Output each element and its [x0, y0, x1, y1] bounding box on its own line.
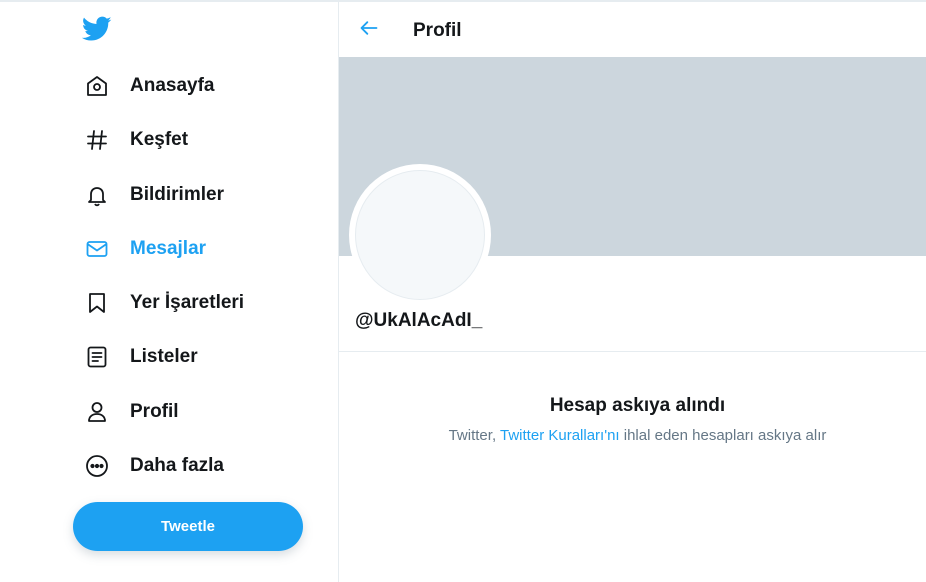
sidebar-item-profile[interactable]: Profil	[72, 390, 191, 434]
sidebar-item-label: Profil	[130, 401, 179, 422]
divider	[339, 351, 926, 352]
sidebar-item-messages[interactable]: Mesajlar	[72, 227, 218, 271]
sidebar-item-more[interactable]: Daha fazla	[72, 444, 236, 488]
page-title: Profil	[413, 20, 462, 41]
sidebar-item-label: Listeler	[130, 346, 198, 367]
twitter-bird-icon[interactable]	[81, 16, 112, 42]
bookmark-icon	[84, 290, 110, 316]
main-column: Profil @UkAlAcAdI_ Hesap askıya alındı T…	[339, 2, 926, 582]
sidebar-item-explore[interactable]: Keşfet	[72, 118, 200, 162]
person-icon	[84, 399, 110, 425]
sidebar-item-label: Daha fazla	[130, 455, 224, 476]
suspended-title: Hesap askıya alındı	[549, 395, 726, 416]
suspended-text-after: ihlal eden hesapları askıya alır	[619, 427, 827, 444]
sidebar-item-notifications[interactable]: Bildirimler	[72, 173, 236, 217]
list-icon	[84, 344, 110, 370]
twitter-rules-link[interactable]: Twitter Kuralları'nı	[500, 427, 620, 444]
profile-handle: @UkAlAcAdI_	[355, 310, 483, 331]
sidebar-item-home[interactable]: Anasayfa	[72, 64, 227, 108]
suspended-text-before: Twitter,	[448, 427, 501, 444]
more-icon	[84, 453, 110, 479]
envelope-icon	[84, 236, 110, 262]
back-button[interactable]	[353, 14, 385, 46]
sidebar-item-label: Yer İşaretleri	[130, 292, 245, 313]
sidebar-item-label: Mesajlar	[130, 238, 207, 259]
suspended-message: Twitter, Twitter Kuralları'nı ihlal eden…	[339, 427, 926, 444]
sidebar-item-bookmarks[interactable]: Yer İşaretleri	[72, 281, 256, 325]
sidebar-item-label: Anasayfa	[130, 75, 215, 96]
hashtag-icon	[84, 127, 110, 153]
sidebar-item-label: Keşfet	[130, 129, 189, 150]
sidebar-item-label: Bildirimler	[130, 184, 224, 205]
sidebar-item-lists[interactable]: Listeler	[72, 335, 210, 379]
arrow-left-icon	[359, 18, 379, 43]
home-icon	[84, 73, 110, 99]
profile-header: Profil	[339, 2, 926, 56]
sidebar: Anasayfa Keşfet Bildirimler Mesajlar Yer…	[0, 2, 339, 582]
avatar[interactable]	[355, 170, 485, 300]
bell-icon	[84, 182, 110, 208]
tweet-button[interactable]: Tweetle	[73, 502, 303, 551]
